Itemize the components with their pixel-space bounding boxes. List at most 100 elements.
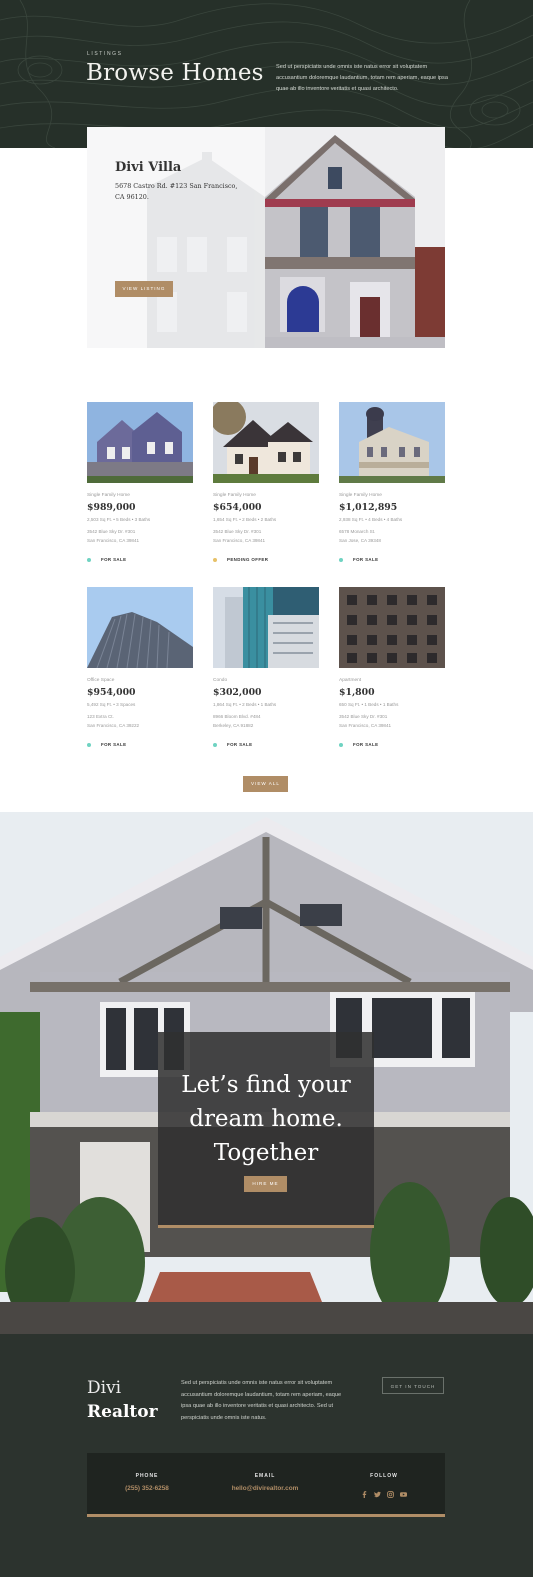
listing-card[interactable]: Condo $302,000 1,864 Sq Ft. • 2 Beds • 1… <box>213 587 319 747</box>
listing-photo[interactable] <box>339 587 445 668</box>
status-badge: FOR SALE <box>87 742 193 747</box>
address-line-2: San Jose, CA 39348 <box>339 537 381 543</box>
footer-description: Sed ut perspiciatis unde omnis iste natu… <box>181 1380 342 1421</box>
address-line-2: San Francisco, CA 39841 <box>213 537 266 543</box>
listing-address: 3542 Blue Sky Dr. #301 San Francisco, CA … <box>213 528 319 545</box>
listing-price: $654,000 <box>213 502 262 513</box>
view-listing-button[interactable]: VIEW LISTING <box>115 281 173 297</box>
status-badge: PENDING OFFER <box>213 557 319 562</box>
cta-heading-line-2: dream home. <box>189 1106 343 1132</box>
brand-name-line-2: Realtor <box>87 1402 158 1422</box>
featured-house-photo <box>265 127 445 348</box>
listing-type: Office Space <box>87 678 115 683</box>
listing-type: Single Family Home <box>339 493 382 498</box>
page-title: Browse Homes <box>86 60 264 86</box>
address-line-1: 3542 Blue Sky Dr. #301 <box>213 529 262 534</box>
phone-block: PHONE (255) 352-6258 <box>97 1473 197 1492</box>
listing-card[interactable]: Single Family Home $1,012,895 2,938 Sq F… <box>339 402 445 562</box>
cta-heading: Let’s find your dream home. Together <box>158 1068 374 1170</box>
brand-name-line-1: Divi <box>87 1378 122 1398</box>
cta-section: Let’s find your dream home. Together HIR… <box>0 812 533 1334</box>
address-line-2: San Francisco, CA 39841 <box>87 537 140 543</box>
email-block: EMAIL hello@divirealtor.com <box>215 1473 315 1492</box>
listing-photo[interactable] <box>339 402 445 483</box>
status-badge: FOR SALE <box>339 557 445 562</box>
listing-address: 3542 Blue Sky Dr. #301 San Francisco, CA … <box>339 713 445 730</box>
accent-bar <box>87 1514 445 1517</box>
email-label: EMAIL <box>254 1473 276 1479</box>
listing-type: Single Family Home <box>87 493 130 498</box>
listing-card[interactable]: Office Space $954,000 5,492 Sq Ft. • 3 S… <box>87 587 193 747</box>
email-link[interactable]: hello@divirealtor.com <box>215 1485 315 1492</box>
cta-card: Let’s find your dream home. Together HIR… <box>158 1032 374 1228</box>
footer: Divi Realtor Sed ut perspiciatis unde om… <box>0 1334 533 1577</box>
listing-photo[interactable] <box>213 402 319 483</box>
status-label: FOR SALE <box>227 742 253 747</box>
listing-price: $1,800 <box>339 687 375 698</box>
address-line-1: 8966 Bloom Blvd. #484 <box>213 714 261 719</box>
listing-address: 6578 Monarch St. San Jose, CA 39348 <box>339 528 445 545</box>
contact-bar: PHONE (255) 352-6258 EMAIL hello@divirea… <box>87 1453 445 1517</box>
status-badge: FOR SALE <box>87 557 193 562</box>
listing-photo[interactable] <box>87 587 193 668</box>
get-in-touch-button[interactable]: GET IN TOUCH <box>382 1377 444 1394</box>
listing-card[interactable]: Single Family Home $654,000 1,654 Sq Ft.… <box>213 402 319 562</box>
cta-heading-line-3: Together <box>213 1140 319 1166</box>
hero-section: LISTINGS Browse Homes Sed ut perspiciati… <box>0 0 533 148</box>
cta-heading-line-1: Let’s find your <box>181 1072 351 1098</box>
address-line-1: 3542 Blue Sky Dr. #301 <box>339 714 388 719</box>
social-links <box>334 1485 434 1498</box>
listing-type: Single Family Home <box>213 493 256 498</box>
listing-specs: 1,654 Sq Ft. • 2 Beds • 2 Baths <box>213 517 277 522</box>
view-all-button[interactable]: VIEW ALL <box>243 776 288 792</box>
section-eyebrow: LISTINGS <box>87 51 123 57</box>
address-line-2: San Francisco, CA 39222 <box>87 722 140 728</box>
listing-photo[interactable] <box>213 587 319 668</box>
status-dot <box>87 557 91 562</box>
address-line-2: Berkeley, CA 91882 <box>213 722 254 728</box>
featured-address: 5678 Castro Rd. #123 San Francisco, CA 9… <box>115 182 238 201</box>
listing-card[interactable]: Apartment $1,800 650 Sq Ft. • 1 Beds • 1… <box>339 587 445 747</box>
status-dot <box>87 742 91 747</box>
listing-specs: 5,492 Sq Ft. • 3 Spaces <box>87 702 136 707</box>
instagram-icon[interactable] <box>387 1485 394 1498</box>
status-dot <box>339 742 343 747</box>
follow-block: FOLLOW <box>334 1473 434 1498</box>
listing-address: 123 Extra Ct. San Francisco, CA 39222 <box>87 713 193 730</box>
topographic-pattern <box>0 0 533 148</box>
address-line-1: 123 Extra Ct. <box>87 714 114 719</box>
status-label: FOR SALE <box>101 742 127 747</box>
listing-card[interactable]: Single Family Home $989,000 2,503 Sq Ft.… <box>87 402 193 562</box>
listing-type: Condo <box>213 678 228 683</box>
follow-label: FOLLOW <box>370 1473 398 1479</box>
hero-description: Sed ut perspiciatis unde omnis iste natu… <box>276 64 448 92</box>
featured-title: Divi Villa <box>115 160 182 175</box>
listing-specs: 1,864 Sq Ft. • 2 Beds • 1 Baths <box>213 702 277 707</box>
status-label: FOR SALE <box>353 557 379 562</box>
address-line-2: San Francisco, CA 39841 <box>339 722 392 728</box>
facebook-icon[interactable] <box>361 1485 368 1498</box>
listing-specs: 2,503 Sq Ft. • 5 Beds • 3 Baths <box>87 517 151 522</box>
accent-bar <box>158 1225 374 1228</box>
listing-price: $1,012,895 <box>339 502 398 513</box>
hire-me-button[interactable]: HIRE ME <box>244 1176 287 1192</box>
address-line-1: 3542 Blue Sky Dr. #301 <box>87 529 136 534</box>
status-label: FOR SALE <box>101 557 127 562</box>
listing-price: $989,000 <box>87 502 136 513</box>
address-line-1: 6578 Monarch St. <box>339 529 376 534</box>
phone-link[interactable]: (255) 352-6258 <box>97 1485 197 1492</box>
listing-photo[interactable] <box>87 402 193 483</box>
status-label: FOR SALE <box>353 742 379 747</box>
status-dot <box>213 742 217 747</box>
status-badge: FOR SALE <box>213 742 319 747</box>
status-badge: FOR SALE <box>339 742 445 747</box>
status-dot <box>213 557 217 562</box>
listing-address: 8966 Bloom Blvd. #484 Berkeley, CA 91882 <box>213 713 319 730</box>
twitter-icon[interactable] <box>374 1485 381 1498</box>
listing-specs: 650 Sq Ft. • 1 Beds • 1 Baths <box>339 702 399 707</box>
youtube-icon[interactable] <box>400 1485 407 1497</box>
status-label: PENDING OFFER <box>227 557 269 562</box>
listing-type: Apartment <box>339 678 362 683</box>
listing-specs: 2,938 Sq Ft. • 4 Beds • 4 Baths <box>339 517 403 522</box>
listing-price: $954,000 <box>87 687 136 698</box>
